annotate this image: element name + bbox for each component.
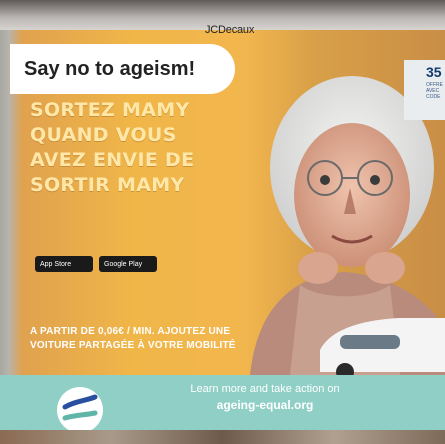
headline-line: SORTIR MAMY bbox=[30, 174, 185, 196]
footer-bottom-strip bbox=[0, 430, 445, 444]
footer-line1: Learn more and take action on bbox=[190, 383, 340, 395]
google-play-badge: Google Play bbox=[99, 256, 157, 272]
price-line: A PARTIR DE 0,06€ / MIN. AJOUTEZ UNE bbox=[30, 326, 231, 337]
store-badges: App Store Google Play bbox=[35, 256, 157, 272]
slogan-banner: Say no to ageism! bbox=[10, 44, 235, 94]
footer-link[interactable]: ageing-equal.org bbox=[150, 398, 380, 412]
app-store-badge: App Store bbox=[35, 256, 93, 272]
price-line: VOITURE PARTAGÉE À VOTRE MOBILITÉ bbox=[30, 340, 236, 351]
headline-line: QUAND VOUS bbox=[30, 124, 177, 146]
headline-line: SORTEZ MAMY bbox=[30, 99, 190, 121]
footer-cta: Learn more and take action on ageing-equ… bbox=[150, 383, 380, 412]
poster-price-text: A PARTIR DE 0,06€ / MIN. AJOUTEZ UNE VOI… bbox=[30, 325, 330, 353]
slogan-text: Say no to ageism! bbox=[24, 57, 196, 80]
price-badge-small: OFFRE AVEC CODE bbox=[426, 82, 443, 100]
price-badge-small-line: CODE bbox=[426, 94, 441, 100]
ageing-equal-logo-icon bbox=[57, 387, 103, 433]
price-badge-number: 35 bbox=[426, 64, 442, 80]
headline-line: AVEZ ENVIE DE bbox=[30, 149, 195, 171]
price-badge: 35 OFFRE AVEC CODE bbox=[404, 60, 445, 120]
poster-headline: SORTEZ MAMY QUAND VOUS AVEZ ENVIE DE SOR… bbox=[30, 98, 220, 198]
